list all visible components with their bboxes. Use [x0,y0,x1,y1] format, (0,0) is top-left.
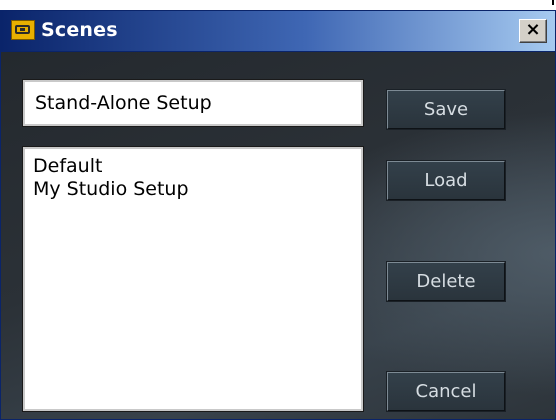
list-item[interactable]: My Studio Setup [33,178,353,201]
dialog-body: Default My Studio Setup Save Load Delete… [1,52,555,419]
list-item[interactable]: Default [33,155,353,178]
scene-list[interactable]: Default My Studio Setup [22,146,364,412]
load-button[interactable]: Load [387,161,505,200]
scene-name-input[interactable] [22,79,364,127]
save-button[interactable]: Save [387,90,505,129]
scene-icon [11,20,35,40]
close-button[interactable]: × [519,19,547,43]
delete-button[interactable]: Delete [387,262,505,301]
window-title: Scenes [41,19,118,41]
screen-edge-mark [552,0,554,5]
title-bar[interactable]: Scenes × [1,11,555,52]
scenes-dialog: Scenes × Default My Studio Setup Save Lo… [0,10,556,420]
cancel-button[interactable]: Cancel [387,372,505,411]
